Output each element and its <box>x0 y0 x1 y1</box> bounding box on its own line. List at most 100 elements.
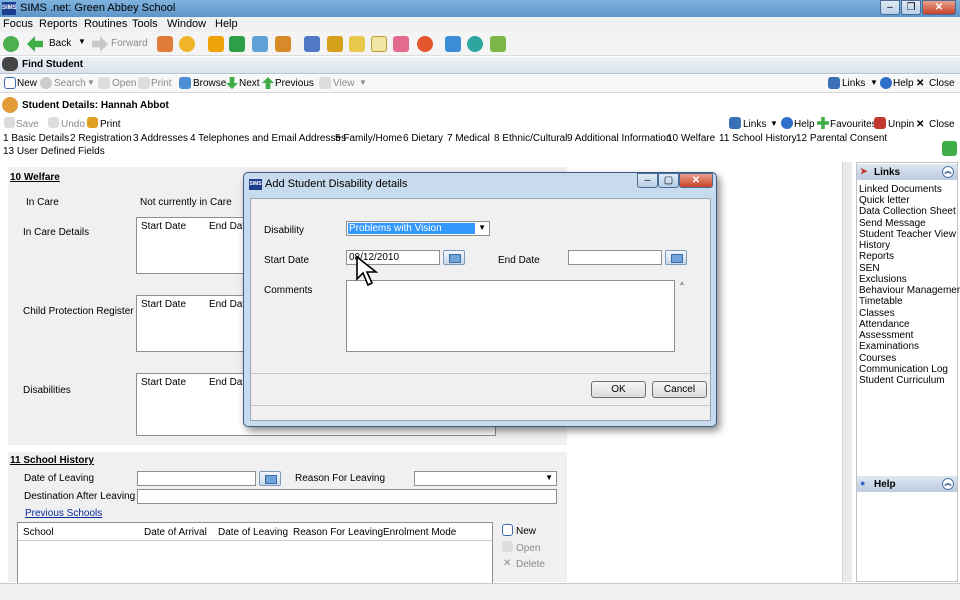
tab-dietary[interactable]: 6 Dietary <box>403 133 443 144</box>
collapse-help-icon[interactable]: ︽ <box>942 478 954 490</box>
disability-dropdown-icon[interactable]: ▼ <box>478 223 486 232</box>
links-panel-header[interactable]: ➤ Links ︽ <box>857 164 957 180</box>
link-sen[interactable]: SEN <box>859 263 880 274</box>
details-help-button[interactable]: Help <box>794 119 815 130</box>
forward-button[interactable]: Forward <box>111 38 148 49</box>
destination-input[interactable] <box>137 489 557 504</box>
tab-welfare[interactable]: 10 Welfare <box>667 133 715 144</box>
save-button[interactable]: Save <box>16 119 39 130</box>
previous-schools-grid[interactable]: School Date of Arrival Date of Leaving R… <box>17 522 493 584</box>
restore-button[interactable]: ❐ <box>901 0 921 15</box>
chart-icon[interactable] <box>304 36 320 52</box>
tab-school-history[interactable]: 11 School History <box>719 133 797 144</box>
favourites-button[interactable]: Favourites <box>830 119 877 130</box>
clock-icon[interactable] <box>417 36 433 52</box>
minimize-button[interactable]: – <box>880 0 900 15</box>
tab-user-defined-fields[interactable]: 13 User Defined Fields <box>3 146 105 157</box>
start-date-calendar-icon[interactable] <box>443 250 465 265</box>
link-send-message[interactable]: Send Message <box>859 218 926 229</box>
link-attendance[interactable]: Attendance <box>859 319 910 330</box>
end-date-input[interactable] <box>568 250 662 265</box>
tab-additional-information[interactable]: 9 Additional Information <box>567 133 672 144</box>
link-student-curriculum[interactable]: Student Curriculum <box>859 375 945 386</box>
view-button[interactable]: View <box>333 78 355 89</box>
cancel-button[interactable]: Cancel <box>652 381 707 398</box>
assessment-icon[interactable] <box>327 36 343 52</box>
globe-icon[interactable] <box>467 36 483 52</box>
teacher-icon[interactable] <box>275 36 291 52</box>
tab-family-home[interactable]: 5 Family/Home <box>335 133 402 144</box>
home-icon[interactable] <box>3 36 19 52</box>
reason-for-leaving-select[interactable]: ▼ <box>414 471 557 486</box>
link-history[interactable]: History <box>859 240 890 251</box>
menu-help[interactable]: Help <box>215 18 238 30</box>
refresh-icon[interactable] <box>942 141 957 156</box>
details-close-button[interactable]: Close <box>929 119 955 130</box>
link-quick-letter[interactable]: Quick letter <box>859 195 910 206</box>
dialog-minimize-button[interactable]: – <box>637 173 658 188</box>
dialog-close-button[interactable]: ✕ <box>679 173 713 188</box>
calendar-icon[interactable] <box>259 471 281 486</box>
find-links-button[interactable]: Links <box>842 78 865 89</box>
find-help-button[interactable]: Help <box>893 78 914 89</box>
ok-button[interactable]: OK <box>591 381 646 398</box>
tab-registration[interactable]: 2 Registration <box>70 133 132 144</box>
link-timetable[interactable]: Timetable <box>859 296 903 307</box>
close-window-button[interactable]: ✕ <box>922 0 956 15</box>
link-reports[interactable]: Reports <box>859 251 894 262</box>
print-button[interactable]: Print <box>151 78 172 89</box>
search-dropdown-icon[interactable]: ▼ <box>87 78 95 87</box>
previous-button[interactable]: Previous <box>275 78 314 89</box>
details-links-button[interactable]: Links <box>743 119 766 130</box>
help-panel-header[interactable]: ● Help ︽ <box>857 476 957 492</box>
link-courses[interactable]: Courses <box>859 353 896 364</box>
open-school-button[interactable]: Open <box>516 543 540 554</box>
back-button[interactable]: Back <box>49 38 71 49</box>
bulb-icon[interactable] <box>179 36 195 52</box>
menu-window[interactable]: Window <box>167 18 206 30</box>
tab-medical[interactable]: 7 Medical <box>447 133 490 144</box>
menu-reports[interactable]: Reports <box>39 18 78 30</box>
details-print-button[interactable]: Print <box>100 119 121 130</box>
search-button[interactable]: Search <box>54 78 86 89</box>
back-arrow-icon[interactable] <box>27 36 43 52</box>
menu-focus[interactable]: Focus <box>3 18 33 30</box>
tab-addresses[interactable]: 3 Addresses <box>133 133 188 144</box>
find-close-button[interactable]: Close <box>929 78 955 89</box>
pie-chart-icon[interactable] <box>490 36 506 52</box>
links-dropdown-icon[interactable]: ▼ <box>870 78 878 87</box>
puzzle-icon[interactable] <box>445 36 461 52</box>
collapse-links-icon[interactable]: ︽ <box>942 166 954 178</box>
tab-basic-details[interactable]: 1 Basic Details <box>3 133 69 144</box>
book-icon[interactable] <box>208 36 224 52</box>
dialog-maximize-button[interactable]: ▢ <box>658 173 679 188</box>
new-button[interactable]: New <box>17 78 37 89</box>
link-student-teacher-view[interactable]: Student Teacher View <box>859 229 956 240</box>
link-examinations[interactable]: Examinations <box>859 341 919 352</box>
form-icon[interactable] <box>371 36 387 52</box>
new-school-button[interactable]: New <box>516 526 536 537</box>
comments-textarea[interactable] <box>346 280 675 352</box>
back-dropdown-icon[interactable]: ▼ <box>78 37 86 46</box>
browse-button[interactable]: Browse <box>193 78 226 89</box>
details-links-dropdown-icon[interactable]: ▼ <box>770 119 778 128</box>
date-of-leaving-input[interactable] <box>137 471 256 486</box>
link-linked-documents[interactable]: Linked Documents <box>859 184 942 195</box>
tab-parental-consent[interactable]: 12 Parental Consent <box>796 133 887 144</box>
tab-ethnic-cultural[interactable]: 8 Ethnic/Cultural <box>494 133 567 144</box>
notes-icon[interactable] <box>349 36 365 52</box>
menu-routines[interactable]: Routines <box>84 18 127 30</box>
main-scrollbar[interactable] <box>842 162 852 582</box>
people-icon[interactable] <box>157 36 173 52</box>
comments-scrollbar[interactable]: ▲ <box>677 280 687 352</box>
link-communication-log[interactable]: Communication Log <box>859 364 948 375</box>
menu-tools[interactable]: Tools <box>132 18 158 30</box>
disability-select[interactable]: Problems with Vision ▼ <box>346 221 490 236</box>
group-icon[interactable] <box>393 36 409 52</box>
flag-icon[interactable] <box>229 36 245 52</box>
view-dropdown-icon[interactable]: ▼ <box>359 78 367 87</box>
previous-schools-link[interactable]: Previous Schools <box>25 508 102 519</box>
delete-school-button[interactable]: Delete <box>516 559 545 570</box>
link-behaviour-management[interactable]: Behaviour Management <box>859 285 960 296</box>
link-assessment[interactable]: Assessment <box>859 330 913 341</box>
